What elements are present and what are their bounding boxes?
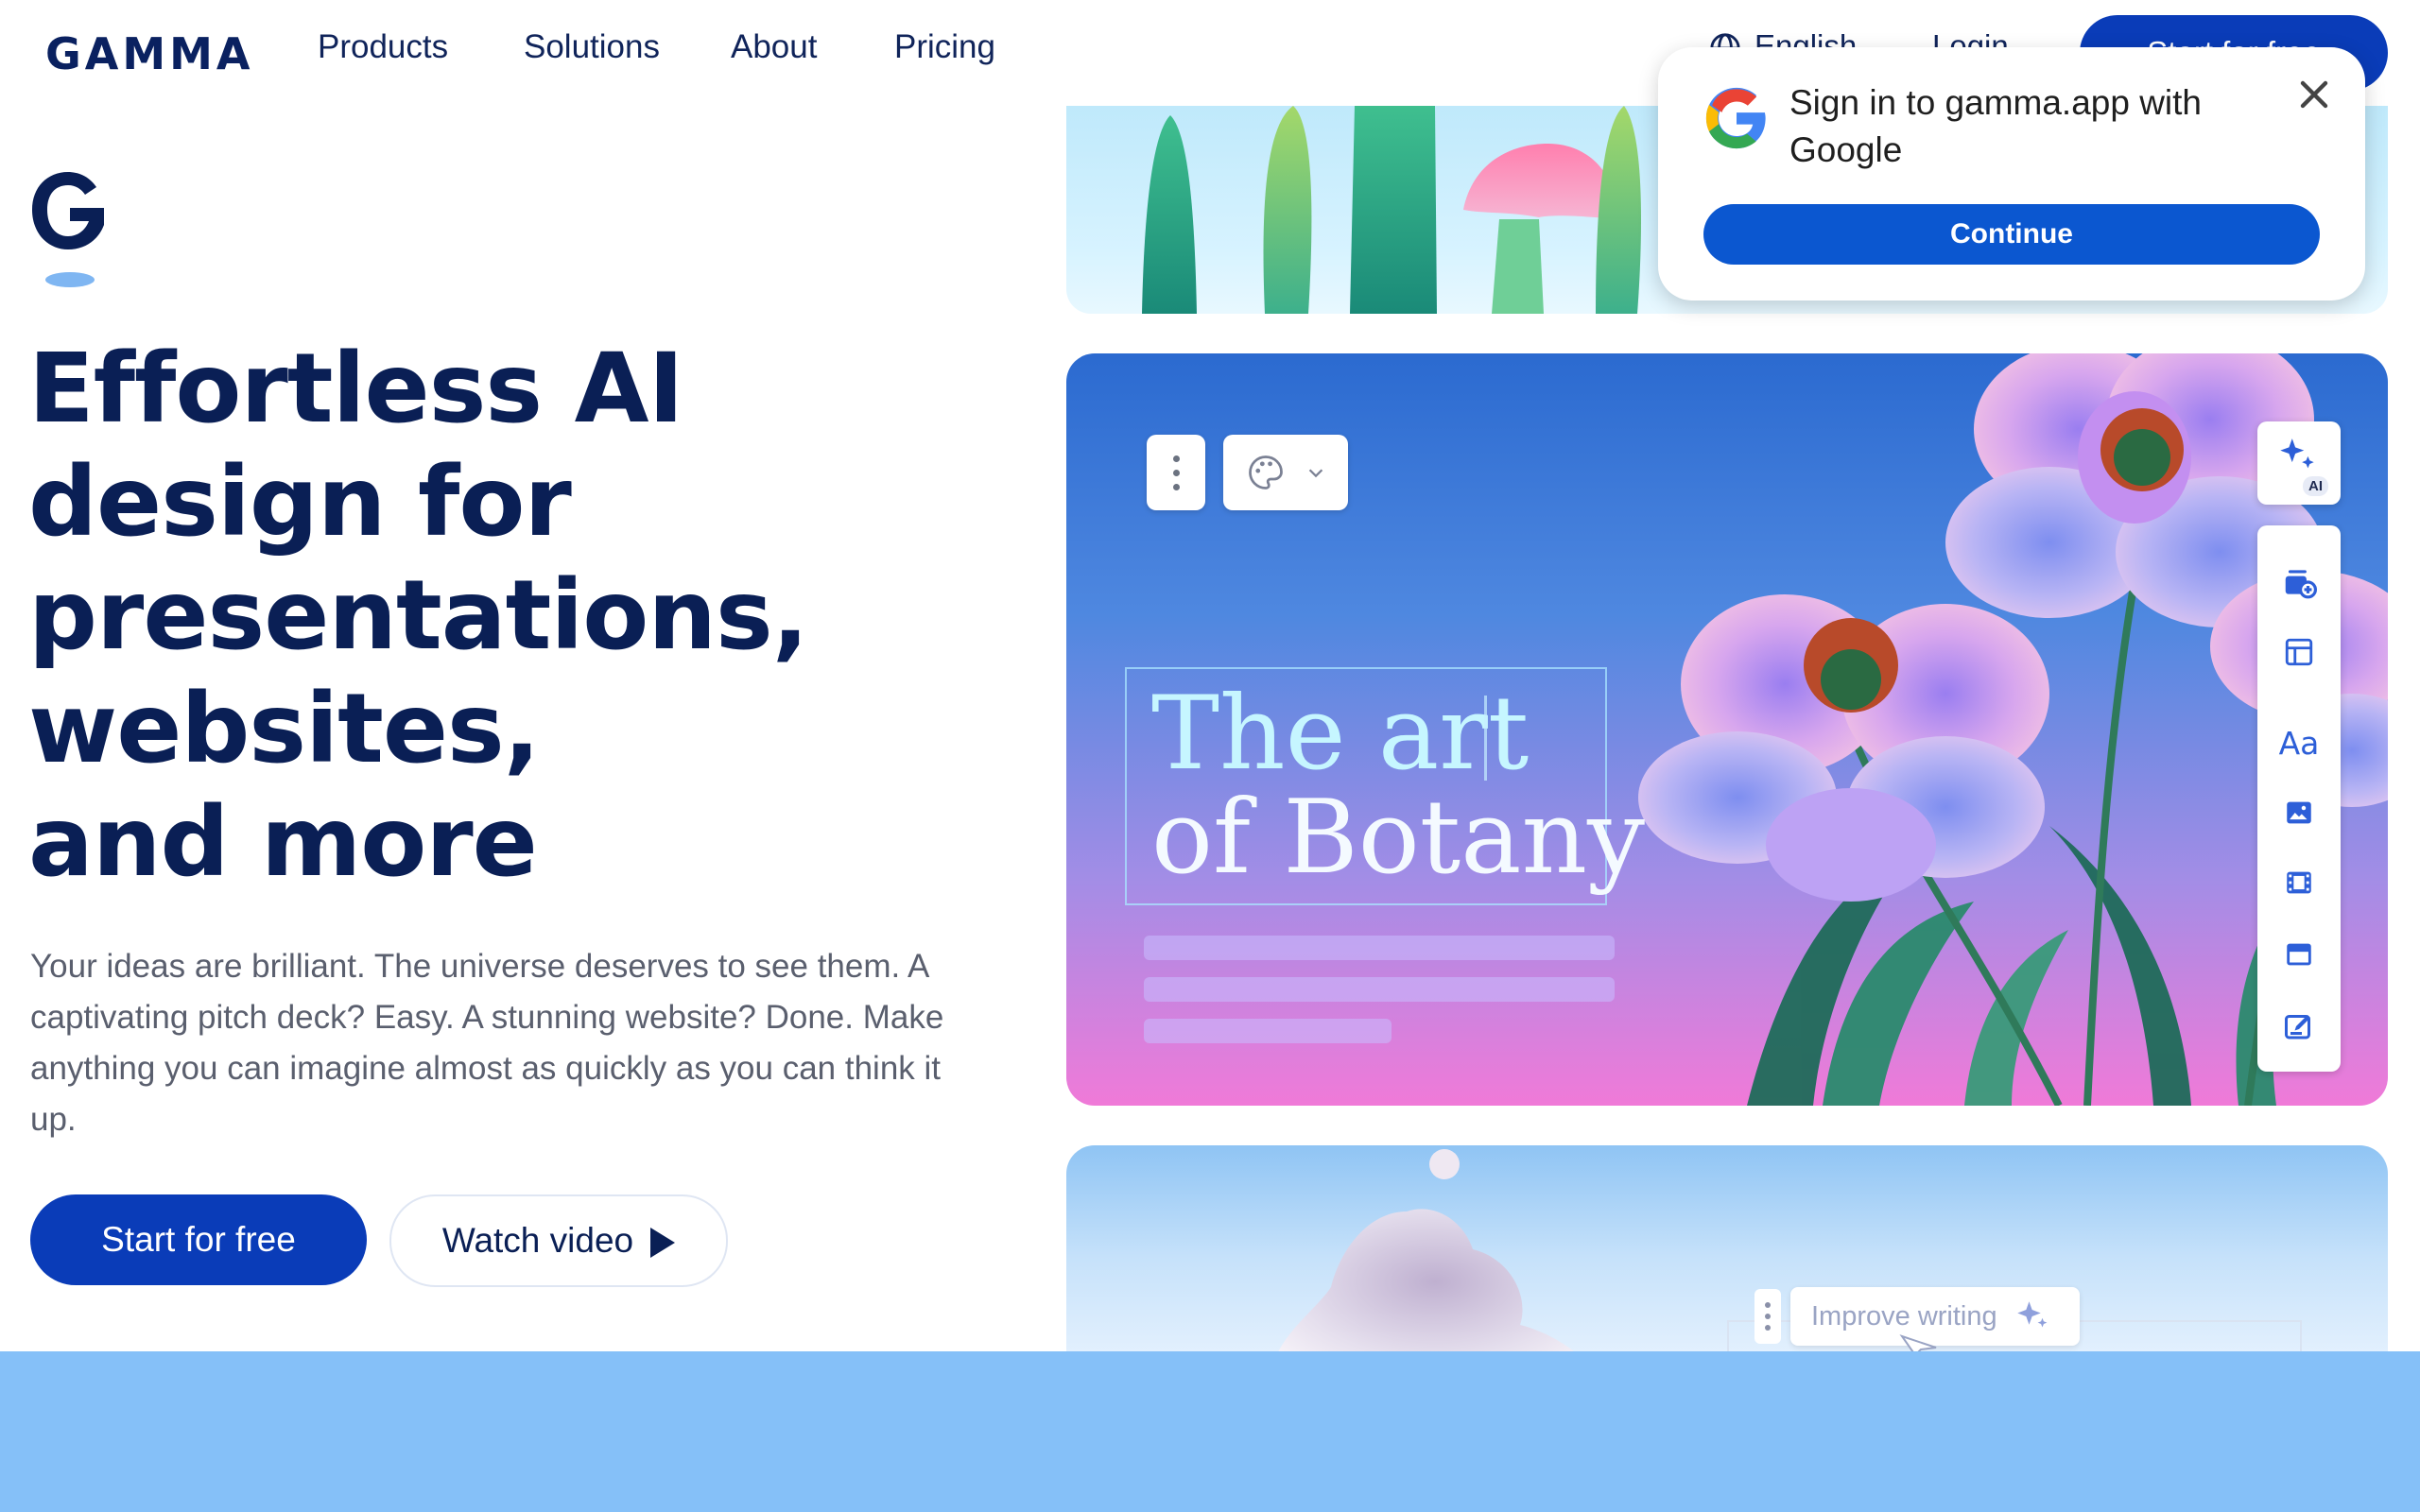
card-menu-button[interactable] (1147, 435, 1205, 510)
hero-subtext: Your ideas are brilliant. The universe d… (30, 948, 944, 1138)
chevron-down-icon (1308, 469, 1323, 478)
ai-assistant-button[interactable] (2257, 421, 2341, 505)
nav-products[interactable]: Products (318, 28, 448, 66)
bottom-band (0, 1351, 2420, 1512)
start-for-free-button[interactable]: Start for free (30, 1194, 367, 1285)
google-logo-icon (1705, 87, 1766, 149)
nav-solutions[interactable]: Solutions (524, 28, 660, 66)
layout-icon[interactable] (2280, 633, 2318, 671)
headline-line-1: Effortless AI (28, 333, 684, 445)
dot (1172, 455, 1180, 462)
video-icon[interactable] (2280, 864, 2318, 902)
embed-icon[interactable] (2280, 936, 2318, 973)
hero-headline: Effortless AI design for presentations, … (28, 333, 974, 900)
headline-line-5: and more (28, 786, 538, 899)
dot (1765, 1325, 1771, 1331)
add-card-icon[interactable] (2280, 563, 2318, 601)
theme-picker-button[interactable] (1223, 435, 1348, 510)
headline-line-2: design for (28, 446, 572, 558)
placeholder-line (1144, 1019, 1392, 1043)
palette-icon (1249, 455, 1283, 490)
google-continue-button[interactable]: Continue (1703, 204, 2320, 265)
image-icon[interactable] (2280, 794, 2318, 832)
dot (1765, 1314, 1771, 1319)
headline-line-4: websites, (28, 673, 541, 785)
gamma-logo[interactable]: GAMMA (45, 28, 254, 79)
sparkle-icon (2016, 1301, 2048, 1328)
play-icon (650, 1228, 676, 1258)
dot (1765, 1302, 1771, 1308)
gamma-g-mark-icon (32, 172, 104, 287)
improve-menu-button[interactable] (1754, 1289, 1781, 1344)
edit-icon[interactable] (2280, 1007, 2318, 1045)
headline-line-3: presentations, (28, 559, 808, 672)
dot (1172, 469, 1180, 476)
dot (1172, 483, 1180, 490)
nav-pricing[interactable]: Pricing (894, 28, 995, 66)
watch-video-button[interactable]: Watch video (389, 1194, 728, 1287)
watch-video-label: Watch video (441, 1221, 634, 1260)
nav-about[interactable]: About (731, 28, 817, 66)
ai-badge: AI (2303, 476, 2328, 496)
placeholder-line (1144, 936, 1615, 960)
placeholder-line (1144, 977, 1615, 1002)
close-icon[interactable] (2291, 72, 2337, 117)
text-icon[interactable]: Aa (2279, 724, 2320, 762)
slide-title-line-1[interactable]: The art (1151, 682, 1529, 786)
slide-title-line-2[interactable]: of Botany (1151, 786, 1645, 890)
sparkle-icon (2280, 438, 2314, 469)
improve-writing-label: Improve writing (1811, 1300, 1997, 1332)
popup-title: Sign in to gamma.app with Google (1789, 83, 2203, 169)
text-cursor (1484, 696, 1487, 781)
